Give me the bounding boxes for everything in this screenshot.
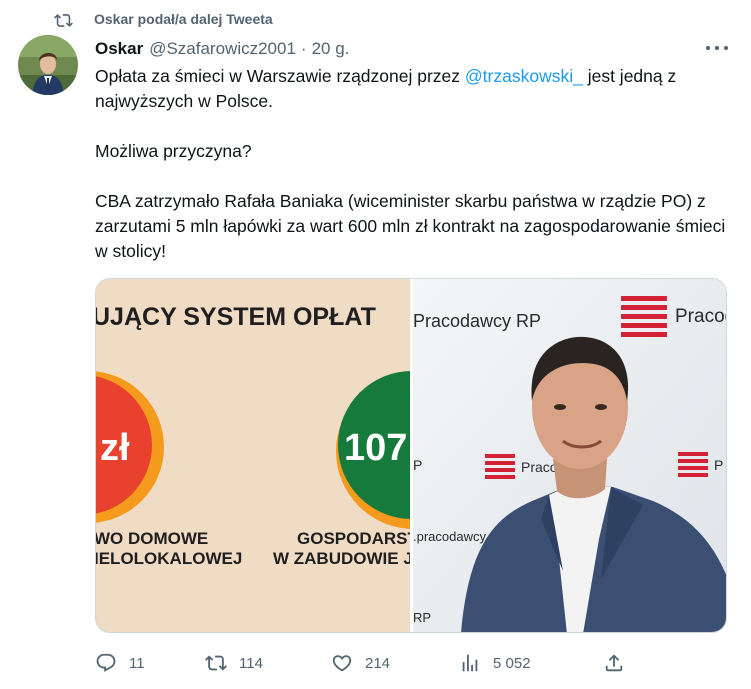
- author-name[interactable]: Oskar: [95, 39, 143, 59]
- retweet-icon: [54, 14, 73, 27]
- tweet-timestamp[interactable]: 20 g.: [312, 39, 350, 59]
- graphic-caption-right-1: GOSPODARST: [297, 529, 411, 548]
- like-count: 214: [365, 654, 391, 672]
- like-button[interactable]: 214: [331, 648, 390, 678]
- graphic-caption-left-2: IELOLOKALOWEJ: [96, 549, 242, 568]
- header-separator: ·: [300, 39, 307, 58]
- tweet-text-segment: Opłata za śmieci w Warszawie rządzonej p…: [95, 66, 465, 86]
- tweet-paragraph-1: Opłata za śmieci w Warszawie rządzonej p…: [95, 64, 731, 114]
- media-image-left[interactable]: UJĄCY SYSTEM OPŁAT zł 107 WO DOMOWE IELO…: [96, 279, 411, 632]
- tweet-card[interactable]: Oskar podał/a dalej Tweeta Oskar @Szafar…: [0, 0, 751, 689]
- more-options-button[interactable]: [702, 38, 732, 58]
- photo-website-text: .pracodawcy: [413, 529, 486, 544]
- mention-link[interactable]: @trzaskowski_: [465, 66, 583, 86]
- views-button[interactable]: 5 052: [459, 648, 531, 678]
- analytics-icon: [462, 654, 478, 672]
- social-context-label[interactable]: Oskar podał/a dalej Tweeta: [94, 11, 273, 27]
- portrait-photo: Pracodawcy RP Pracod Praco: [413, 279, 727, 632]
- graphic-caption-left-1: WO DOMOWE: [96, 529, 208, 548]
- graphic-circle-left-text: zł: [100, 427, 130, 469]
- avatar-image: [18, 35, 78, 95]
- more-dot-icon: [715, 46, 719, 50]
- more-dot-icon: [724, 46, 728, 50]
- graphic-caption-right-2: W ZABUDOWIE J: [273, 549, 411, 568]
- photo-banner-text: Pracodawcy RP: [413, 311, 541, 331]
- photo-brand-text-top: Pracod: [675, 306, 727, 327]
- share-button[interactable]: [603, 648, 625, 678]
- tweet-header: Oskar @Szafarowicz2001 · 20 g.: [95, 37, 349, 61]
- share-icon: [605, 654, 623, 672]
- fee-system-graphic: UJĄCY SYSTEM OPŁAT zł 107 WO DOMOWE IELO…: [96, 279, 411, 632]
- views-count: 5 052: [493, 654, 531, 672]
- retweet-icon: [205, 655, 227, 671]
- photo-rp-bottom-text: RP: [413, 610, 431, 625]
- media-image-right[interactable]: Pracodawcy RP Pracod Praco: [413, 279, 727, 632]
- graphic-headline: UJĄCY SYSTEM OPŁAT: [96, 303, 376, 331]
- photo-brand-text-mid: Praco: [521, 459, 558, 475]
- tweet-paragraph-2: Możliwa przyczyna?: [95, 141, 252, 161]
- reply-button[interactable]: 11: [95, 648, 145, 678]
- retweet-button[interactable]: 114: [205, 648, 263, 678]
- avatar[interactable]: [18, 35, 78, 95]
- more-dot-icon: [706, 46, 710, 50]
- author-handle[interactable]: @Szafarowicz2001: [149, 39, 296, 59]
- heart-icon: [332, 655, 352, 672]
- media-grid: UJĄCY SYSTEM OPŁAT zł 107 WO DOMOWE IELO…: [95, 278, 727, 633]
- tweet-text: Opłata za śmieci w Warszawie rządzonej p…: [95, 64, 731, 264]
- photo-brand-text-right: P: [714, 457, 723, 473]
- retweet-count: 114: [239, 654, 263, 672]
- tweet-actions: 11 114 214 5 052: [95, 648, 635, 678]
- reply-count: 11: [129, 654, 145, 672]
- graphic-circle-right-text: 107: [344, 427, 407, 469]
- tweet-paragraph-3: CBA zatrzymało Rafała Baniaka (wiceminis…: [95, 191, 726, 261]
- photo-rp-text: P: [413, 457, 422, 473]
- reply-icon: [96, 653, 116, 672]
